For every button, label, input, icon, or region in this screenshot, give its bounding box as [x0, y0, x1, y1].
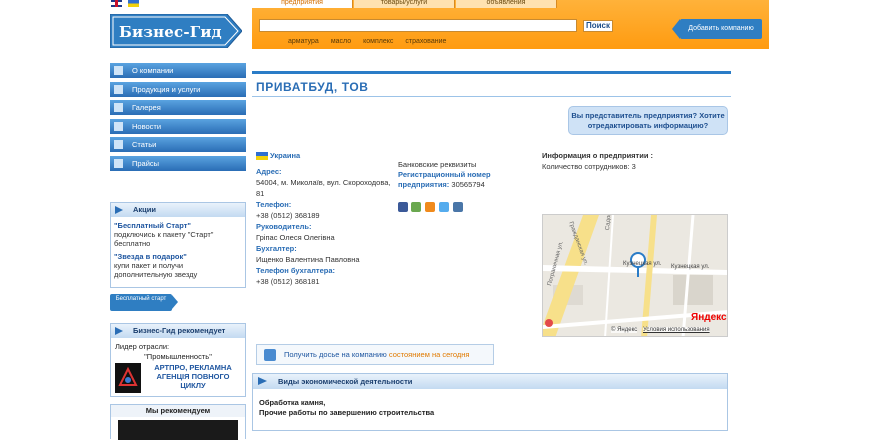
- top-divider: [252, 71, 731, 74]
- director-label: Руководитель:: [256, 222, 312, 231]
- activity-item: Обработка камня,: [259, 398, 326, 407]
- keyword-link[interactable]: страхование: [405, 38, 446, 45]
- promotions-panel: Акции "Бесплатный Старт" подключись к па…: [110, 202, 246, 288]
- keyword-link[interactable]: комплекс: [363, 38, 393, 45]
- artpro-logo-mark: [118, 366, 138, 386]
- sidebar-item-prices[interactable]: Прайсы: [110, 155, 246, 171]
- industry-name: "Промышленность": [144, 352, 212, 361]
- dossier-date-text: состоянием на сегодня: [388, 350, 470, 359]
- header-bar: предприятия товары/услуги объявления Пои…: [252, 0, 769, 49]
- search-input[interactable]: [259, 19, 577, 32]
- sidebar-item-products[interactable]: Продукция и услуги: [110, 81, 246, 97]
- company-info-label: Информация о предприятии :: [542, 151, 654, 160]
- promo-free-start-link[interactable]: "Бесплатный Старт": [114, 221, 242, 230]
- vkontakte-icon[interactable]: [411, 202, 421, 212]
- twitter-icon[interactable]: [439, 202, 449, 212]
- tab-goods-services[interactable]: товары/услуги: [354, 0, 455, 8]
- bank-details: Банковские реквизиты Регистрационный ном…: [398, 159, 528, 190]
- we-recommend-title: Мы рекомендуем: [111, 405, 245, 417]
- bank-details-label: Банковские реквизиты: [398, 160, 477, 169]
- recommends-title: Бизнес-Гид рекомендует: [111, 324, 245, 338]
- recommended-banner-image[interactable]: [118, 420, 238, 440]
- activity-item: Прочие работы по завершению строительств…: [259, 408, 435, 417]
- map-terms-link[interactable]: Условия использования: [643, 327, 710, 333]
- search-button[interactable]: Поиск: [583, 20, 613, 32]
- industry-leader-label: Лидер отрасли:: [115, 342, 170, 351]
- company-info: Информация о предприятии : Количество со…: [542, 150, 732, 172]
- accountant-value: Ищенко Валентина Павловна: [256, 255, 360, 264]
- phone-label: Телефон:: [256, 200, 292, 209]
- sidebar-item-gallery[interactable]: Галерея: [110, 100, 246, 115]
- odnoklassniki-icon[interactable]: [425, 202, 435, 212]
- tab-companies[interactable]: предприятия: [252, 0, 353, 8]
- phone-value: +38 (0512) 368189: [256, 211, 320, 220]
- yandex-logo: Яндекс: [691, 312, 727, 323]
- accountant-phone-value: +38 (0512) 368181: [256, 277, 320, 286]
- address-label: Адрес:: [256, 167, 282, 176]
- facebook-icon[interactable]: [398, 202, 408, 212]
- registration-label: Регистрационный номер предприятия: 30565…: [398, 170, 528, 190]
- artpro-logo[interactable]: [115, 363, 141, 393]
- accountant-label: Бухгалтер:: [256, 244, 297, 253]
- edit-info-prompt[interactable]: Вы представитель предприятия? Хотите отр…: [568, 106, 728, 135]
- map-street-label: Кузнецкая ул.: [623, 261, 662, 267]
- keyword-link[interactable]: масло: [331, 38, 351, 45]
- dossier-icon: [264, 349, 276, 361]
- map-copyright: © Яндекс: [611, 327, 638, 333]
- page-title: ПРИВАТБУД, ТОВ: [256, 80, 369, 94]
- accountant-phone-label: Телефон бухгалтера:: [256, 266, 335, 275]
- economic-activities-panel: Виды экономической деятельности Обработк…: [252, 373, 728, 431]
- site-logo[interactable]: Бизнес-Гид: [109, 13, 243, 49]
- free-start-button[interactable]: Бесплатный старт: [110, 294, 178, 311]
- sidebar-item-articles[interactable]: Статьи: [110, 137, 246, 152]
- promo-star-gift-text: купи пакет и получи дополнительную звезд…: [114, 261, 198, 279]
- english-flag-icon[interactable]: [111, 0, 122, 7]
- edit-info-text: Вы представитель предприятия? Хотите отр…: [571, 111, 725, 130]
- company-sidebar-nav: О компании Продукция и услуги Галерея Но…: [110, 63, 246, 174]
- add-company-button[interactable]: Добавить компанию: [672, 19, 762, 39]
- ukraine-flag-icon[interactable]: [128, 0, 139, 7]
- recommended-company-link[interactable]: АРТПРО, РЕКЛАМНА АГЕНЦІЯ ПОВНОГО ЦИКЛУ: [145, 363, 241, 390]
- employee-count: Количество сотрудников: 3: [542, 162, 636, 171]
- promo-star-gift-link[interactable]: "Звезда в подарок": [114, 252, 242, 261]
- sidebar-item-about[interactable]: О компании: [110, 63, 246, 78]
- company-contacts: Украина Адрес: 54004, м. Миколаїв, вул. …: [256, 150, 396, 287]
- promotions-title: Акции: [111, 203, 245, 217]
- map-street-label: Кузнецкая ул.: [671, 264, 710, 270]
- ukraine-flag-icon: [256, 151, 268, 160]
- keyword-link[interactable]: арматура: [288, 38, 319, 45]
- dossier-text: Получить досье на компанию: [284, 350, 389, 359]
- we-recommend-panel: Мы рекомендуем: [110, 404, 246, 440]
- get-dossier-button[interactable]: Получить досье на компанию состоянием на…: [256, 344, 494, 365]
- director-value: Гріпас Олеся Олегівна: [256, 233, 335, 242]
- title-divider: [252, 96, 731, 97]
- popular-keywords: арматура масло комплекс страхование: [288, 38, 446, 45]
- country-link[interactable]: Украина: [270, 150, 300, 161]
- promo-free-start-text: подключись к пакету "Старт" бесплатно: [114, 230, 214, 248]
- recommends-panel: Бизнес-Гид рекомендует Лидер отрасли: "П…: [110, 323, 246, 397]
- registration-number: 30565794: [451, 180, 485, 189]
- tab-ads[interactable]: объявления: [456, 0, 557, 8]
- logo-text: Бизнес-Гид: [119, 23, 222, 41]
- location-map[interactable]: Садовая ул. Кузнецкая ул. Кузнецкая ул. …: [542, 214, 728, 337]
- address-value: 54004, м. Миколаїв, вул. Скороходова, 81: [256, 178, 391, 198]
- sidebar-item-news[interactable]: Новости: [110, 118, 246, 134]
- economic-activities-title: Виды экономической деятельности: [253, 374, 727, 389]
- livejournal-icon[interactable]: [453, 202, 463, 212]
